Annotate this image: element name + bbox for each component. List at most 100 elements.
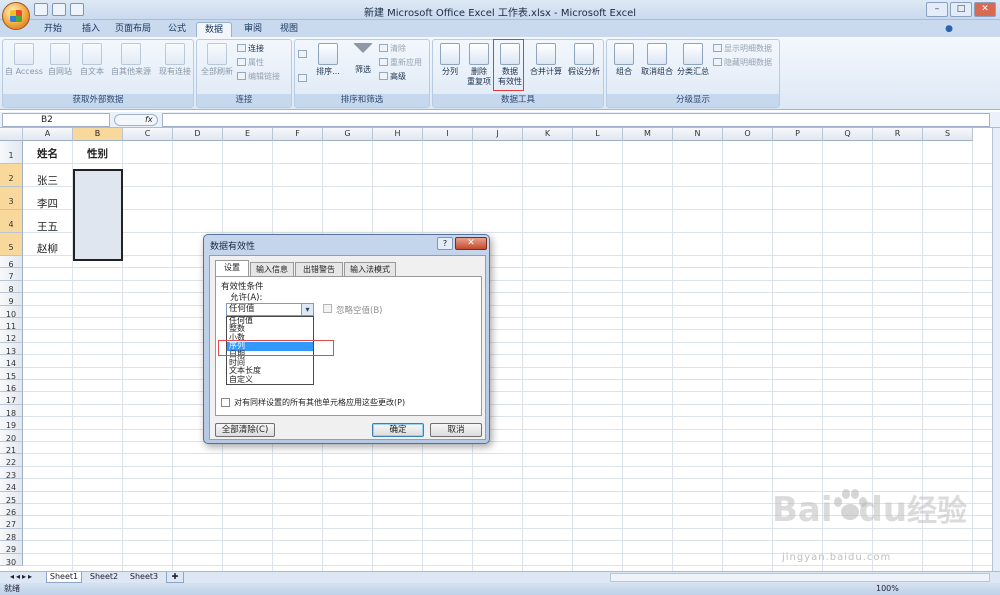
row-header-9[interactable]: 9	[0, 293, 23, 306]
select-all-corner[interactable]	[0, 128, 23, 141]
advanced-filter-button[interactable]: 高级	[379, 72, 406, 82]
clear-all-button[interactable]: 全部清除(C)	[215, 423, 275, 437]
show-detail-button[interactable]: 显示明细数据	[713, 44, 772, 54]
row-header-8[interactable]: 8	[0, 280, 23, 294]
row-header-17[interactable]: 17	[0, 392, 23, 405]
horizontal-scrollbar[interactable]	[610, 573, 990, 582]
sort-button[interactable]: 排序...	[311, 43, 345, 77]
column-header-c[interactable]: C	[123, 128, 173, 141]
row-header-27[interactable]: 27	[0, 516, 23, 529]
properties-button[interactable]: 属性	[237, 58, 264, 68]
ungroup-button[interactable]: 取消组合	[639, 43, 675, 77]
cell-a3[interactable]: 李四	[23, 193, 73, 215]
cell-a1[interactable]: 姓名	[23, 143, 73, 165]
selected-range[interactable]	[73, 169, 123, 261]
column-header-p[interactable]: P	[773, 128, 823, 141]
row-header-21[interactable]: 21	[0, 442, 23, 455]
row-header-5[interactable]: 5	[0, 233, 23, 256]
sheet-tab-2[interactable]: Sheet2	[86, 572, 122, 583]
from-web-button[interactable]: 自网站	[44, 43, 76, 77]
row-header-26[interactable]: 26	[0, 504, 23, 517]
save-icon[interactable]	[34, 3, 48, 16]
row-header-29[interactable]: 29	[0, 541, 23, 554]
row-header-13[interactable]: 13	[0, 342, 23, 356]
row-header-28[interactable]: 28	[0, 528, 23, 542]
row-header-22[interactable]: 22	[0, 454, 23, 467]
tab-settings[interactable]: 设置	[215, 260, 249, 276]
tab-error-alert[interactable]: 出错警告	[295, 262, 343, 276]
ok-button[interactable]: 确定	[372, 423, 424, 437]
column-header-o[interactable]: O	[723, 128, 773, 141]
tab-home[interactable]: 开始	[36, 22, 70, 37]
dialog-close-button[interactable]: ✕	[455, 237, 487, 250]
minimize-button[interactable]: –	[926, 2, 948, 17]
close-button[interactable]: ✕	[974, 2, 996, 17]
tab-ime-mode[interactable]: 输入法模式	[344, 262, 396, 276]
help-icon[interactable]: ●	[942, 22, 956, 37]
column-header-m[interactable]: M	[623, 128, 673, 141]
column-header-b[interactable]: B	[73, 128, 123, 141]
refresh-all-button[interactable]: 全部刷新	[199, 43, 235, 77]
sheet-tab-3[interactable]: Sheet3	[126, 572, 162, 583]
cell-a2[interactable]: 张三	[23, 170, 73, 192]
row-header-19[interactable]: 19	[0, 417, 23, 430]
row-header-14[interactable]: 14	[0, 355, 23, 368]
row-header-25[interactable]: 25	[0, 491, 23, 505]
row-header-20[interactable]: 20	[0, 429, 23, 443]
option-custom[interactable]: 自定义	[227, 375, 313, 384]
column-header-l[interactable]: L	[573, 128, 623, 141]
from-other-sources-button[interactable]: 自其他来源	[108, 43, 154, 77]
from-access-button[interactable]: 自 Access	[5, 43, 43, 77]
row-header-1[interactable]: 1	[0, 141, 23, 164]
cell-a4[interactable]: 王五	[23, 216, 73, 238]
tab-data[interactable]: 数据	[196, 22, 232, 37]
row-header-4[interactable]: 4	[0, 210, 23, 233]
row-header-6[interactable]: 6	[0, 256, 23, 269]
redo-icon[interactable]	[70, 3, 84, 16]
zoom-level[interactable]: 100%	[876, 583, 899, 595]
tab-view[interactable]: 视图	[272, 22, 306, 37]
sheet-nav-icon[interactable]: ◂◂▸▸	[2, 572, 42, 583]
sheet-tab-1[interactable]: Sheet1	[46, 572, 82, 583]
insert-sheet-icon[interactable]: ✚	[166, 572, 184, 583]
office-button[interactable]	[2, 2, 30, 30]
vertical-scrollbar[interactable]	[992, 128, 1000, 571]
tab-page-layout[interactable]: 页面布局	[110, 22, 156, 37]
existing-connections-button[interactable]: 现有连接	[156, 43, 194, 77]
clear-filter-button[interactable]: 清除	[379, 44, 406, 54]
sort-az-button[interactable]	[298, 50, 309, 60]
sort-za-button[interactable]	[298, 74, 309, 84]
column-header-n[interactable]: N	[673, 128, 723, 141]
column-header-s[interactable]: S	[923, 128, 973, 141]
column-header-g[interactable]: G	[323, 128, 373, 141]
row-header-7[interactable]: 7	[0, 268, 23, 281]
apply-all-checkbox[interactable]	[221, 398, 230, 407]
connections-button[interactable]: 连接	[237, 44, 264, 54]
tab-formulas[interactable]: 公式	[160, 22, 194, 37]
text-to-columns-button[interactable]: 分列	[435, 43, 465, 77]
cell-a5[interactable]: 赵柳	[23, 238, 73, 260]
column-header-j[interactable]: J	[473, 128, 523, 141]
row-header-16[interactable]: 16	[0, 380, 23, 393]
column-header-r[interactable]: R	[873, 128, 923, 141]
cell-b1[interactable]: 性别	[73, 143, 123, 165]
insert-function-button[interactable]: fx	[114, 114, 158, 126]
row-header-3[interactable]: 3	[0, 187, 23, 210]
row-header-23[interactable]: 23	[0, 466, 23, 480]
row-header-18[interactable]: 18	[0, 404, 23, 418]
row-header-2[interactable]: 2	[0, 164, 23, 187]
cancel-button[interactable]: 取消	[430, 423, 482, 437]
formula-input[interactable]	[162, 113, 990, 127]
tab-review[interactable]: 审阅	[236, 22, 270, 37]
undo-icon[interactable]	[52, 3, 66, 16]
hide-detail-button[interactable]: 隐藏明细数据	[713, 58, 772, 68]
dialog-help-button[interactable]: ?	[437, 237, 453, 250]
row-header-24[interactable]: 24	[0, 479, 23, 492]
from-text-button[interactable]: 自文本	[76, 43, 108, 77]
tab-input-message[interactable]: 输入信息	[250, 262, 294, 276]
row-header-11[interactable]: 11	[0, 318, 23, 331]
edit-links-button[interactable]: 编辑链接	[237, 72, 280, 82]
row-header-30[interactable]: 30	[0, 553, 23, 567]
maximize-button[interactable]: □	[950, 2, 972, 17]
tab-insert[interactable]: 插入	[74, 22, 108, 37]
